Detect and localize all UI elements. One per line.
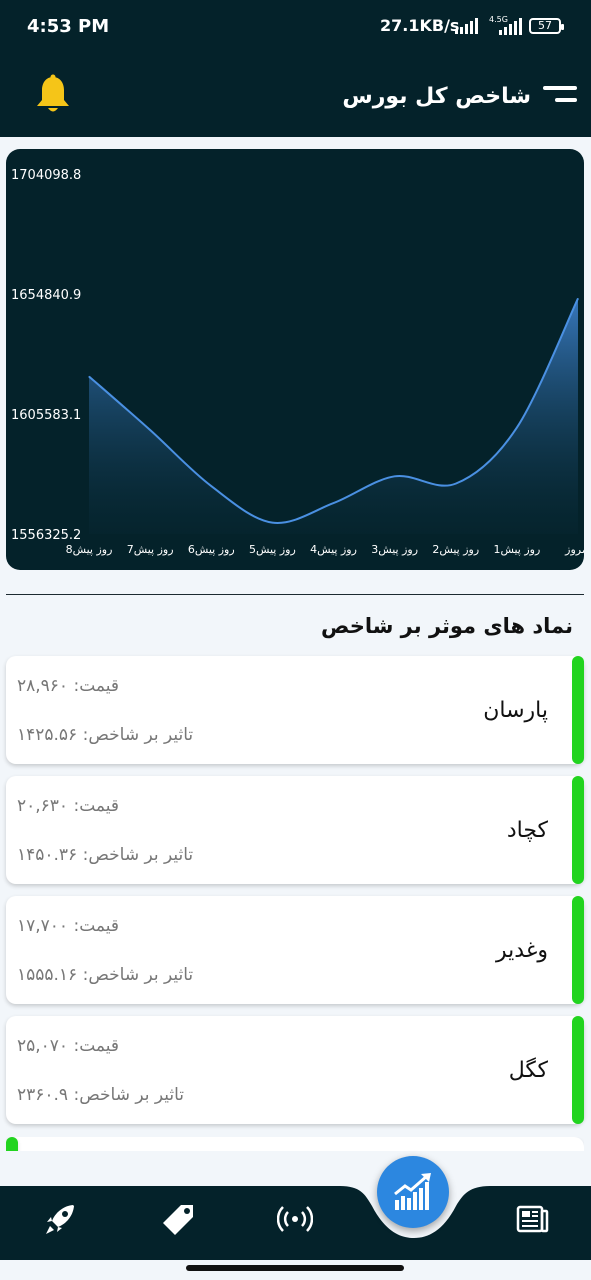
menu-icon[interactable] bbox=[543, 86, 577, 108]
x-tick-label: 1روز پیش bbox=[493, 543, 540, 556]
symbol-name: پارسان bbox=[483, 698, 548, 723]
symbol-impact: ۲۳۶۰.۹ :تاثیر بر شاخص bbox=[17, 1085, 185, 1105]
tag-icon[interactable] bbox=[161, 1201, 197, 1237]
symbol-impact: ۱۴۲۵.۵۶ :تاثیر بر شاخص bbox=[17, 725, 194, 745]
network-speed: 27.1KB/s bbox=[380, 16, 460, 35]
rocket-icon[interactable] bbox=[43, 1201, 79, 1237]
status-time: 4:53 PM bbox=[27, 16, 110, 37]
list-item[interactable]: کگل ۲۵,۰۷۰ :قیمت ۲۳۶۰.۹ :تاثیر بر شاخص bbox=[6, 1016, 584, 1124]
x-tick-label: 2روز پیش bbox=[432, 543, 479, 556]
chart-point-1 bbox=[149, 429, 151, 431]
symbol-price: ۱۷,۷۰۰ :قیمت bbox=[17, 916, 119, 936]
y-tick-label: 1605583.1 bbox=[11, 408, 81, 423]
x-tick-label: 6روز پیش bbox=[188, 543, 235, 556]
symbol-impact: ۱۴۵۰.۳۶ :تاثیر بر شاخص bbox=[17, 845, 194, 865]
page-title: شاخص کل بورس bbox=[342, 84, 531, 109]
chart-point-5 bbox=[394, 475, 396, 477]
symbol-price: ۲۰,۶۳۰ :قیمت bbox=[17, 796, 119, 816]
list-item[interactable]: کچاد ۲۰,۶۳۰ :قیمت ۱۴۵۰.۳۶ :تاثیر بر شاخص bbox=[6, 776, 584, 884]
mobile-data-icon: 4.5G bbox=[489, 15, 522, 35]
chart-point-4 bbox=[333, 502, 334, 504]
symbol-list: پارسان ۲۸,۹۶۰ :قیمت ۱۴۲۵.۵۶ :تاثیر بر شا… bbox=[6, 656, 584, 1136]
chart-area-fill bbox=[89, 298, 578, 534]
positive-indicator bbox=[572, 1016, 584, 1124]
positive-indicator bbox=[572, 776, 584, 884]
chart-point-8 bbox=[577, 297, 579, 299]
symbol-price: ۲۵,۰۷۰ :قیمت bbox=[17, 1036, 119, 1056]
symbol-name: وغدیر bbox=[496, 938, 548, 963]
chart-point-6 bbox=[455, 483, 457, 485]
x-tick-label: 7روز پیش bbox=[127, 543, 174, 556]
x-tick-label: 4روز پیش bbox=[310, 543, 357, 556]
positive-indicator bbox=[572, 656, 584, 764]
x-tick-label: امروز bbox=[564, 543, 584, 556]
positive-indicator bbox=[572, 896, 584, 1004]
list-item[interactable]: وغدیر ۱۷,۷۰۰ :قیمت ۱۵۵۵.۱۶ :تاثیر بر شاخ… bbox=[6, 896, 584, 1004]
app-header: 4:53 PM 27.1KB/s 4.5G 57 شاخص کل بورس bbox=[0, 0, 591, 137]
index-chart-svg: 1704098.8 1654840.9 1605583.1 1556325.28روز… bbox=[11, 168, 584, 556]
section-divider bbox=[6, 594, 584, 595]
symbol-price: ۲۸,۹۶۰ :قیمت bbox=[17, 676, 119, 696]
chart-point-3 bbox=[271, 522, 273, 524]
chart-point-0 bbox=[88, 375, 90, 377]
battery-indicator: 57 bbox=[529, 18, 564, 34]
symbol-impact: ۱۵۵۵.۱۶ :تاثیر بر شاخص bbox=[17, 965, 194, 985]
y-tick-label: 1556325.2 bbox=[11, 528, 81, 543]
x-tick-label: 5روز پیش bbox=[249, 543, 296, 556]
broadcast-icon[interactable] bbox=[277, 1201, 313, 1237]
chart-point-2 bbox=[210, 485, 212, 487]
section-title: نماد های موثر بر شاخص bbox=[321, 614, 573, 638]
symbol-name: کگل bbox=[508, 1058, 548, 1083]
signal-icon bbox=[455, 18, 478, 34]
y-tick-label: 1704098.8 bbox=[11, 168, 81, 183]
network-type: 4.5G bbox=[489, 15, 508, 24]
x-tick-label: 8روز پیش bbox=[66, 543, 113, 556]
chart-point-7 bbox=[516, 427, 518, 429]
trend-chart-icon bbox=[394, 1173, 431, 1210]
index-chart: 1704098.8 1654840.9 1605583.1 1556325.2 8روز… bbox=[6, 149, 584, 570]
home-indicator[interactable] bbox=[186, 1265, 404, 1271]
list-item-partial[interactable] bbox=[6, 1137, 584, 1151]
list-item[interactable]: پارسان ۲۸,۹۶۰ :قیمت ۱۴۲۵.۵۶ :تاثیر بر شا… bbox=[6, 656, 584, 764]
newspaper-icon[interactable] bbox=[514, 1201, 550, 1237]
nav-trend-chart[interactable] bbox=[377, 1156, 449, 1228]
x-tick-label: 3روز پیش bbox=[371, 543, 418, 556]
bell-icon[interactable] bbox=[35, 74, 71, 114]
y-tick-label: 1654840.9 bbox=[11, 288, 81, 303]
symbol-name: کچاد bbox=[506, 818, 548, 843]
